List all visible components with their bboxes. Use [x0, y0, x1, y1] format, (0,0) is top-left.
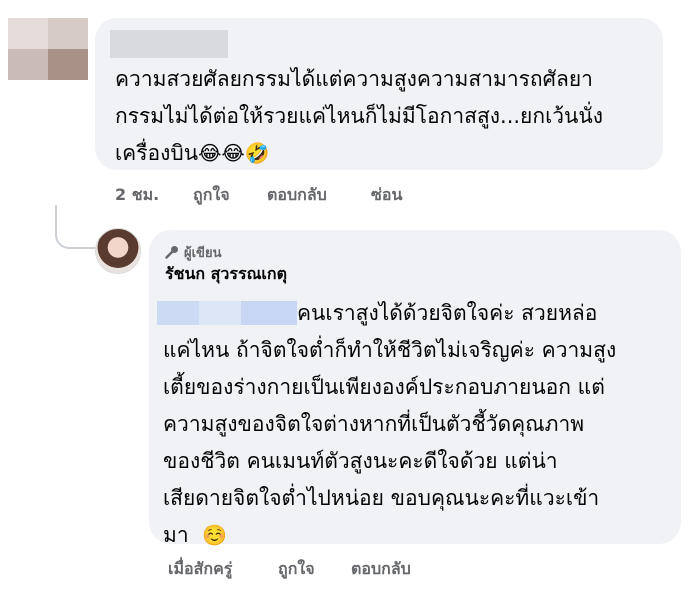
- comment-line: ความสวยศัลยกรรมได้แต่ความสูงความสามารถศั…: [115, 67, 593, 91]
- reply-text: คนเราสูงได้ด้วยจิตใจค่ะ สวยหล่อ แค่ไหน ถ…: [149, 295, 674, 554]
- comment-text: ความสวยศัลยกรรมได้แต่ความสูงความสามารถศั…: [115, 61, 660, 172]
- reply-line: ความสูงของจิตใจต่างหากที่เป็นตัวชี้วัดคุ…: [163, 412, 585, 436]
- reply-like-button[interactable]: ถูกใจ: [278, 557, 315, 582]
- like-button[interactable]: ถูกใจ: [193, 183, 230, 208]
- reply-author-name[interactable]: รัชนก สุวรรณเกตุ: [165, 262, 287, 287]
- reply-line: เสียดายจิตใจต่ำไปหน่อย ขอบคุณนะคะที่แวะเ…: [163, 486, 600, 510]
- reply-timestamp[interactable]: เมื่อสักครู่: [168, 557, 232, 582]
- comment-line: กรรมไม่ได้ต่อให้รวยแค่ไหนก็ไม่มีโอกาสสูง…: [115, 104, 604, 128]
- author-badge: ผู้เขียน: [165, 242, 221, 263]
- reply-reply-button[interactable]: ตอบกลับ: [351, 557, 411, 582]
- commenter-name-blurred[interactable]: [110, 30, 228, 58]
- reply-line-text: มา: [163, 523, 189, 547]
- reply-line: ของชีวิต คนเมนท์ตัวสูงนะคะดีใจด้วย แต่น่…: [163, 449, 558, 473]
- reply-line: คนเราสูงได้ด้วยจิตใจค่ะ สวยหล่อ: [297, 301, 598, 325]
- microphone-icon: [165, 246, 178, 259]
- comment-timestamp[interactable]: 2 ชม.: [115, 183, 159, 208]
- smiling-emoji: ☺️: [202, 523, 227, 547]
- commenter-avatar-blurred[interactable]: [8, 18, 88, 80]
- reply-button[interactable]: ตอบกลับ: [267, 183, 327, 208]
- reply-bubble: ผู้เขียน รัชนก สุวรรณเกตุ คนเราสูงได้ด้ว…: [149, 230, 681, 547]
- hide-button[interactable]: ซ่อน: [371, 183, 402, 208]
- reply-line: มา ☺️: [149, 517, 674, 554]
- comment-bubble: ความสวยศัลยกรรมได้แต่ความสูงความสามารถศั…: [95, 18, 663, 170]
- author-badge-label: ผู้เขียน: [184, 246, 222, 261]
- reply-line: เตี้ยของร่างกายเป็นเพียงองค์ประกอบภายนอก…: [163, 375, 605, 399]
- laughing-emoji: 😂😂🤣: [198, 141, 270, 165]
- author-avatar[interactable]: [95, 228, 141, 274]
- reply-line: แค่ไหน ถ้าจิตใจต่ำก็ทำให้ชีวิตไม่เจริญค่…: [163, 338, 617, 362]
- comment-line: เครื่องบิน😂😂🤣: [115, 135, 660, 172]
- comment-line-text: เครื่องบิน: [115, 141, 199, 165]
- reply-thread-connector: [55, 205, 97, 249]
